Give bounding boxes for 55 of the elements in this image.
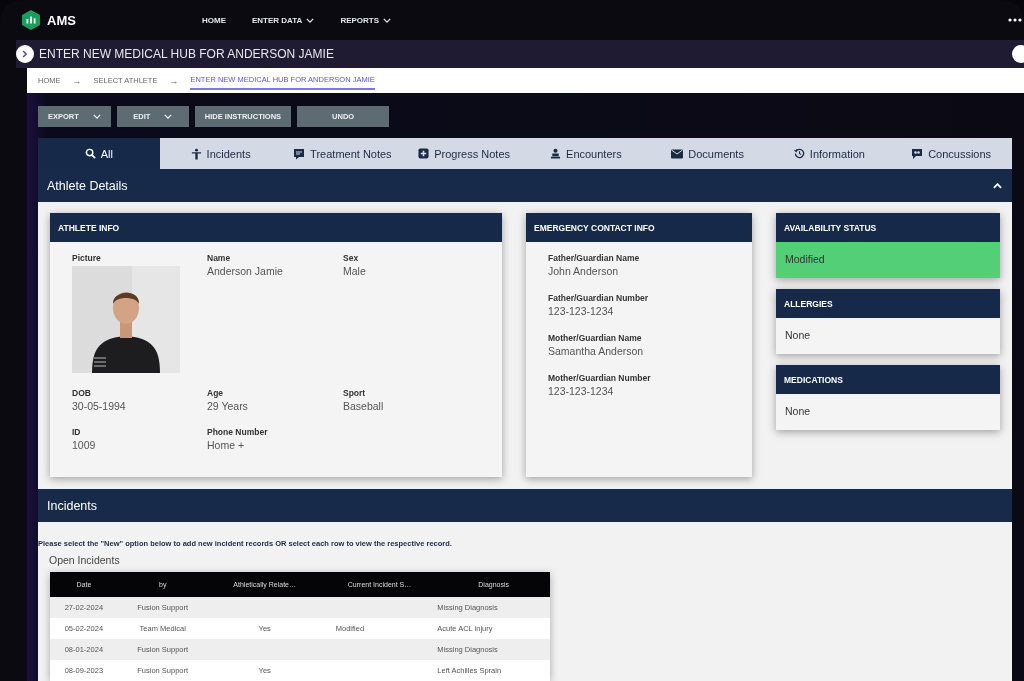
- field-value: 30-05-1994: [72, 400, 127, 412]
- status-value: Modified: [776, 242, 1000, 278]
- history-icon: [793, 148, 805, 159]
- section-title: Incidents: [47, 498, 98, 513]
- arrow-separator: →: [169, 75, 179, 86]
- more-icon[interactable]: [1008, 18, 1022, 22]
- card-header: MEDICATIONS: [776, 365, 1000, 394]
- nav-item[interactable]: ENTER DATA: [252, 15, 315, 25]
- field-value: 1009: [72, 439, 97, 451]
- person-at-desk-icon: [550, 147, 562, 160]
- field-label: Father/Guardian Name: [548, 253, 641, 263]
- field-label: Mother/Guardian Number: [548, 373, 652, 383]
- nav-item[interactable]: HOME: [202, 15, 226, 25]
- card-value: None: [784, 404, 812, 419]
- card-value: None: [784, 328, 812, 343]
- person-icon: [190, 147, 202, 160]
- field-label: Age: [207, 388, 225, 398]
- nav-item[interactable]: REPORTS: [340, 15, 392, 25]
- field-label: Sex: [343, 253, 360, 263]
- field-value: Male: [343, 265, 367, 277]
- field-value: 29 Years: [207, 400, 249, 412]
- field-label: Mother/Guardian Name: [548, 333, 643, 343]
- card-header: ALLERGIES: [776, 289, 1000, 318]
- field-value: 123-123-1234: [548, 305, 615, 317]
- section-title: Athlete Details: [47, 178, 128, 193]
- card-header: AVAILABILITY STATUS: [776, 213, 1000, 242]
- plus-square-icon: [418, 148, 430, 159]
- field-label: Picture: [72, 253, 102, 263]
- page-title: ENTER NEW MEDICAL HUB FOR ANDERSON JAMIE: [39, 47, 334, 61]
- field-label: DOB: [72, 388, 92, 398]
- expand-button[interactable]: [16, 45, 34, 63]
- field-label: Name: [207, 253, 232, 263]
- table-title: Open Incidents: [49, 554, 121, 566]
- arrow-separator: →: [72, 75, 82, 86]
- field-value: Samantha Anderson: [548, 345, 645, 357]
- field-value: Baseball: [343, 400, 385, 412]
- brain-chat-icon: [911, 147, 924, 160]
- logo-icon: [22, 10, 40, 30]
- tab[interactable]: All: [38, 138, 160, 169]
- field-label: Sport: [343, 388, 367, 398]
- field-value: 123-123-1234: [548, 385, 615, 397]
- collapse-icon[interactable]: [993, 182, 1002, 189]
- field-value: John Anderson: [548, 265, 620, 277]
- card-header: EMERGENCY CONTACT INFO: [526, 213, 752, 242]
- field-label: ID: [72, 427, 82, 437]
- app-name: AMS: [47, 12, 76, 28]
- card-header: ATHLETE INFO: [50, 213, 502, 242]
- field-label: Father/Guardian Number: [548, 293, 650, 303]
- field-value: Home +: [207, 439, 246, 451]
- envelope-icon: [671, 148, 684, 159]
- search-icon: [84, 148, 96, 159]
- note-icon: [293, 147, 306, 160]
- field-label: Phone Number: [207, 427, 269, 437]
- chevron-right-icon: [22, 50, 28, 58]
- field-value: Anderson Jamie: [207, 265, 284, 277]
